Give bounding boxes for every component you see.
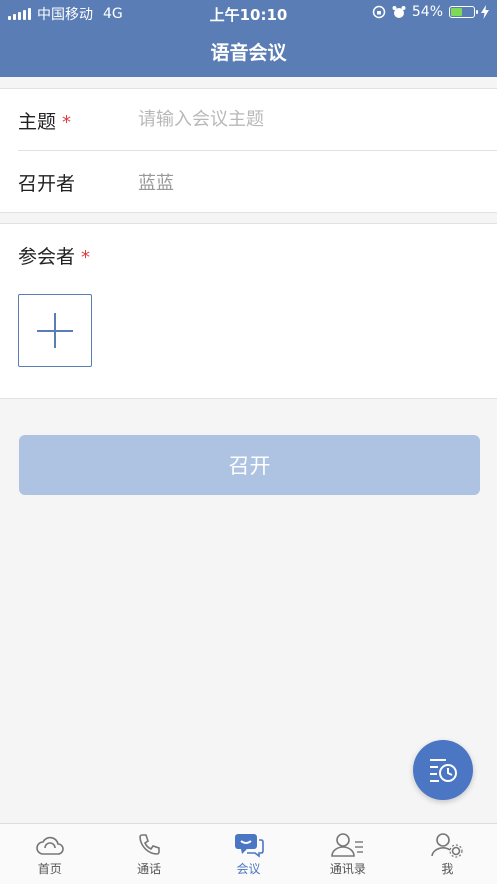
tab-calls[interactable]: 通话 [99, 824, 198, 884]
orientation-lock-icon [372, 5, 386, 19]
participants-label: 参会者 * [18, 246, 91, 268]
battery-icon [449, 6, 478, 18]
required-mark: * [81, 247, 91, 268]
app-header: 中国移动 4G 上午10:10 54% 语音会议 [0, 0, 497, 77]
home-cloud-icon [35, 836, 64, 855]
tab-label: 首页 [37, 862, 62, 876]
tab-label: 通话 [137, 862, 162, 876]
battery-percent: 54% [411, 4, 443, 20]
tab-meeting[interactable]: 会议 [199, 824, 298, 884]
profile-settings-icon [431, 833, 463, 858]
tab-bar: 首页 通话 会议 通讯录 我 [0, 823, 497, 884]
charging-icon [481, 5, 489, 19]
tab-home[interactable]: 首页 [0, 824, 99, 884]
contacts-icon [331, 833, 363, 857]
tab-label: 会议 [236, 862, 261, 876]
meeting-chat-icon [234, 834, 264, 858]
status-bar: 中国移动 4G 上午10:10 54% [0, 0, 497, 26]
host-row: 召开者 蓝蓝 [18, 150, 497, 212]
host-label: 召开者 [18, 173, 76, 195]
tab-label: 我 [441, 862, 454, 876]
history-list-icon [430, 759, 457, 782]
add-participant-button[interactable] [18, 294, 92, 367]
meeting-history-button[interactable] [413, 740, 473, 800]
phone-icon [139, 834, 160, 855]
subject-input[interactable] [138, 103, 468, 135]
page-title: 语音会议 [210, 42, 287, 64]
participants-section: 参会者 * [0, 223, 497, 399]
tab-me[interactable]: 我 [398, 824, 497, 884]
host-value: 蓝蓝 [138, 173, 174, 194]
tab-contacts[interactable]: 通讯录 [298, 824, 397, 884]
meeting-info-section: 主题* 召开者 蓝蓝 [0, 88, 497, 213]
alarm-icon [392, 6, 406, 18]
subject-label: 主题 * [18, 111, 72, 133]
tab-label: 通讯录 [329, 862, 366, 876]
open-meeting-button[interactable]: 召开 [19, 435, 480, 495]
required-mark: * [62, 112, 72, 133]
subject-row: 主题 * [0, 89, 497, 150]
